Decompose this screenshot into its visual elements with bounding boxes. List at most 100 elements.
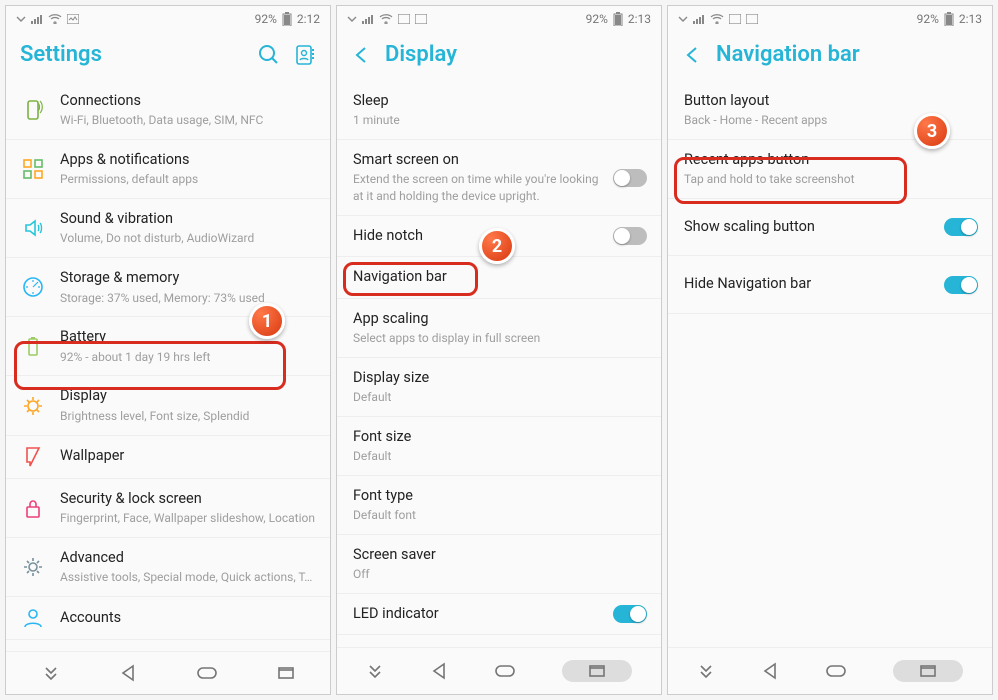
wallpaper-icon	[22, 446, 44, 468]
storage-icon	[22, 276, 44, 298]
battery-icon	[613, 12, 623, 26]
item-title: LED indicator	[353, 604, 599, 624]
item-hide-navbar[interactable]: Hide Navigation bar	[668, 256, 992, 313]
item-display-size[interactable]: Display sizeDefault	[337, 358, 661, 417]
item-display[interactable]: Display Brightness level, Font size, Sple…	[6, 376, 330, 435]
item-accounts[interactable]: Accounts	[6, 597, 330, 640]
toggle-hide-notch[interactable]	[613, 227, 647, 245]
item-title: Hide Navigation bar	[684, 274, 930, 294]
item-scaling-button[interactable]: Show scaling button	[668, 199, 992, 256]
nav-chevron-icon[interactable]	[697, 664, 715, 678]
clock: 2:12	[297, 12, 320, 26]
battery-pct: 92%	[586, 12, 608, 26]
item-sound[interactable]: Sound & vibrationVolume, Do not disturb,…	[6, 199, 330, 258]
navigation-bar	[6, 651, 330, 694]
item-title: Font type	[353, 486, 647, 506]
dropdown-icon	[16, 14, 26, 24]
item-title: Recent apps button	[684, 150, 978, 170]
item-title: Wallpaper	[60, 446, 316, 466]
item-wallpaper[interactable]: Wallpaper	[6, 436, 330, 479]
battery-icon	[282, 12, 292, 26]
search-icon[interactable]	[258, 44, 280, 66]
item-sub: Default	[353, 448, 647, 465]
item-apps[interactable]: Apps & notificationsPermissions, default…	[6, 140, 330, 199]
toggle-led[interactable]	[613, 605, 647, 623]
item-storage[interactable]: Storage & memoryStorage: 37% used, Memor…	[6, 258, 330, 317]
nav-chevron-icon[interactable]	[42, 666, 60, 680]
item-advanced[interactable]: AdvancedAssistive tools, Special mode, Q…	[6, 538, 330, 597]
item-sleep[interactable]: Sleep1 minute	[337, 81, 661, 140]
user-icon	[22, 607, 44, 629]
dropdown-icon	[347, 14, 357, 24]
item-smart-screen[interactable]: Smart screen onExtend the screen on time…	[337, 140, 661, 216]
item-title: Font size	[353, 427, 647, 447]
item-connections[interactable]: ConnectionsWi-Fi, Bluetooth, Data usage,…	[6, 81, 330, 140]
item-sub: Tap and hold to take screenshot	[684, 171, 978, 188]
signal-icon	[362, 14, 374, 24]
item-title: Display	[60, 386, 316, 406]
nav-chevron-icon[interactable]	[366, 664, 384, 678]
contact-icon[interactable]	[294, 44, 316, 66]
item-title: Display size	[353, 368, 647, 388]
nav-back-icon[interactable]	[761, 662, 779, 680]
back-icon[interactable]	[351, 44, 373, 66]
item-splendid[interactable]: SplendidBluelight Filter	[337, 635, 661, 647]
item-font-type[interactable]: Font typeDefault font	[337, 476, 661, 535]
nav-home-icon[interactable]	[196, 664, 218, 682]
item-title: Security & lock screen	[60, 489, 316, 509]
nav-home-icon[interactable]	[825, 662, 847, 680]
clock: 2:13	[959, 12, 982, 26]
item-sub: Brightness level, Font size, Splendid	[60, 408, 316, 425]
toggle-smart-screen[interactable]	[613, 169, 647, 187]
wifi-icon	[379, 14, 393, 24]
item-sub: Storage: 37% used, Memory: 73% used	[60, 290, 316, 307]
item-sub: Default	[353, 389, 647, 406]
badge-3: 3	[914, 113, 950, 149]
screenshot-icon	[746, 14, 758, 24]
toggle-hide-navbar[interactable]	[944, 276, 978, 294]
status-bar: 92% 2:13	[668, 6, 992, 32]
screenshot-icon	[67, 14, 79, 24]
badge-2: 2	[479, 228, 515, 264]
badge-1: 1	[249, 303, 285, 339]
screenshot-icon	[398, 14, 410, 24]
item-title: Splendid	[353, 645, 647, 647]
nav-home-icon[interactable]	[494, 662, 516, 680]
nav-recent-icon[interactable]	[277, 666, 295, 680]
back-icon[interactable]	[682, 44, 704, 66]
item-sub: Default font	[353, 507, 647, 524]
wifi-icon	[710, 14, 724, 24]
item-sub: Wi-Fi, Bluetooth, Data usage, SIM, NFC	[60, 112, 316, 129]
item-sub: Fingerprint, Face, Wallpaper slideshow, …	[60, 510, 316, 527]
display-icon	[22, 395, 44, 417]
page-title: Settings	[20, 42, 246, 67]
wifi-icon	[48, 14, 62, 24]
nav-back-icon[interactable]	[430, 662, 448, 680]
item-sub: Extend the screen on time while you're l…	[353, 171, 599, 205]
item-led[interactable]: LED indicator	[337, 594, 661, 635]
item-sub: Volume, Do not disturb, AudioWizard	[60, 230, 316, 247]
item-app-scaling[interactable]: App scalingSelect apps to display in ful…	[337, 299, 661, 358]
phone-settings: 92% 2:12 Settings ConnectionsWi-Fi, Blue…	[5, 5, 331, 695]
lock-icon	[22, 497, 44, 519]
item-recent-apps-button[interactable]: Recent apps buttonTap and hold to take s…	[668, 140, 992, 199]
nav-recent-active[interactable]	[562, 660, 632, 682]
item-sub: Assistive tools, Special mode, Quick act…	[60, 569, 316, 586]
navbar-list: Button layoutBack - Home - Recent apps R…	[668, 81, 992, 647]
screenshot-icon	[415, 14, 427, 24]
battery-pct: 92%	[917, 12, 939, 26]
item-screen-saver[interactable]: Screen saverOff	[337, 535, 661, 594]
item-title: Show scaling button	[684, 217, 930, 237]
battery-icon	[944, 12, 954, 26]
nav-back-icon[interactable]	[119, 664, 137, 682]
item-security[interactable]: Security & lock screenFingerprint, Face,…	[6, 479, 330, 538]
item-accessibility[interactable]: AccessibilityScreen reader, display, int…	[6, 640, 330, 651]
item-font-size[interactable]: Font sizeDefault	[337, 417, 661, 476]
gear-icon	[22, 556, 44, 578]
toggle-scaling[interactable]	[944, 218, 978, 236]
status-bar: 92% 2:12	[6, 6, 330, 32]
item-sub: Off	[353, 566, 647, 583]
item-title: Advanced	[60, 548, 316, 568]
nav-recent-active[interactable]	[893, 660, 963, 682]
page-title: Navigation bar	[716, 42, 978, 67]
